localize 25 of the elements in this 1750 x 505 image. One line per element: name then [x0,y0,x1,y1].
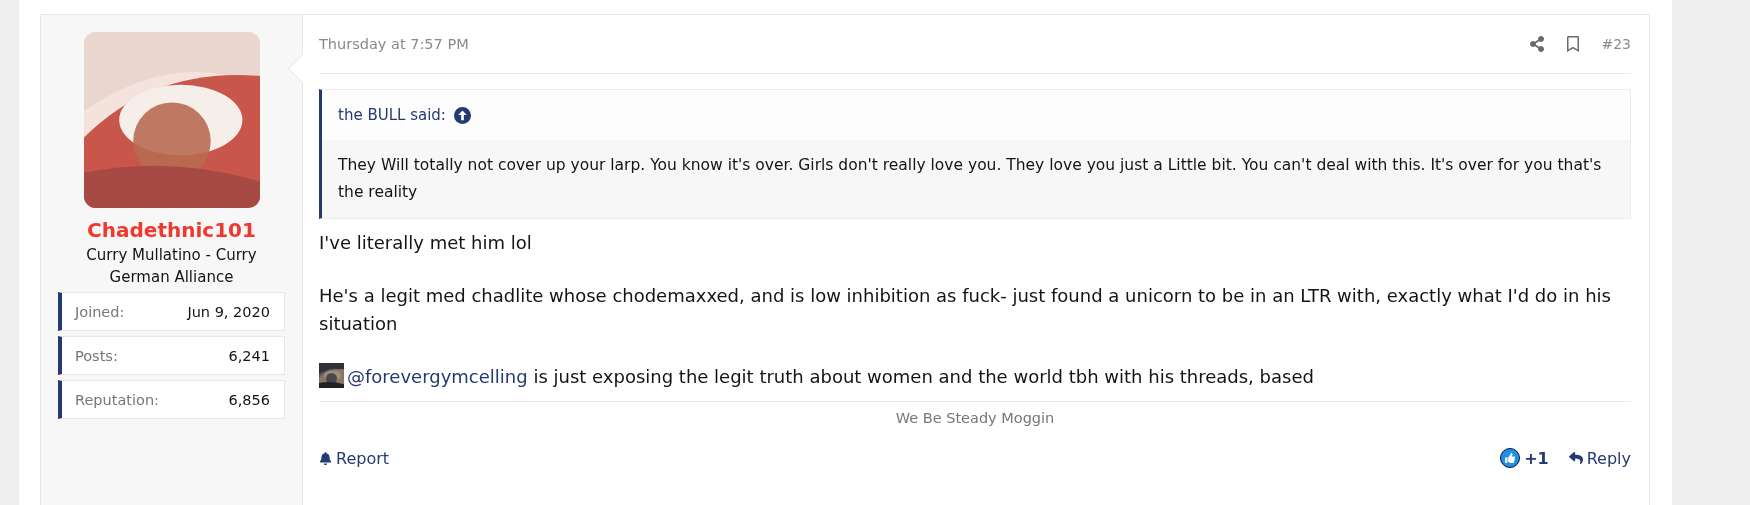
user-mention-link[interactable]: @forevergymcelling [347,366,528,387]
reply-link[interactable]: Reply [1568,448,1631,468]
reaction-link[interactable]: +1 [1500,448,1549,468]
bookmark-icon[interactable] [1565,36,1582,52]
username[interactable]: Chadethnic101 [87,218,256,242]
stat-value: 6,241 [228,347,270,364]
post-text: I've literally met him lol [319,231,533,255]
stat-label: Reputation: [75,391,159,408]
bell-icon [319,451,332,465]
share-icon[interactable] [1529,36,1546,52]
quote-text: They Will totally not cover up your larp. You know it's over. Girls don't really love you. They love you just a Little bit. You can't deal with this. It's over for you that's the reality [322,140,1630,218]
post-text: He's a legit med chadlite whose chodemaxxed, and is low inhibition as fuck- just found a unicorn to be in an LTR with, exactly what I'd do in his situation [319,284,1612,336]
arrow-up-icon[interactable] [453,106,471,124]
stat-label: Posts: [75,347,118,364]
post-text: @forevergymcelling is just exposing the legit truth about women and the world tbh with his threads, based [319,363,1631,391]
quote-author-link[interactable]: the BULL said: [338,106,446,124]
user-title: Curry Mullatino - Curry German Alliance [85,245,258,288]
stat-value: Jun 9, 2020 [187,303,270,320]
report-link[interactable]: Report [319,448,390,468]
stat-label: Joined: [75,303,125,320]
reply-arrow-icon [1568,451,1583,465]
stat-value: 6,856 [228,391,270,408]
thumbs-up-icon [1500,448,1521,468]
post-timestamp[interactable]: Thursday at 7:57 PM [319,36,469,52]
signature: We Be Steady Moggin [894,410,1056,426]
